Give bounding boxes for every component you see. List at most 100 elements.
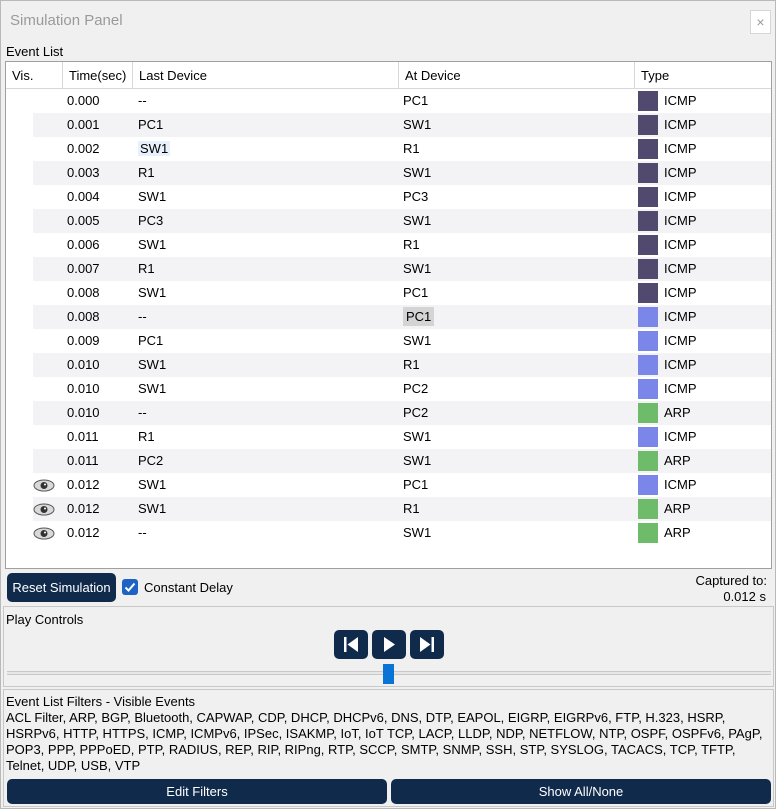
column-header-last-device[interactable]: Last Device xyxy=(133,62,399,89)
table-row[interactable]: 0.003 R1 SW1 ICMP xyxy=(6,161,771,185)
play-button[interactable] xyxy=(372,630,406,659)
at-device-cell: SW1 xyxy=(403,525,432,540)
at-device-cell: PC2 xyxy=(403,381,429,396)
type-cell: ICMP xyxy=(664,165,697,180)
title-bar: Simulation Panel × xyxy=(1,1,775,39)
type-color-swatch[interactable] xyxy=(638,331,658,351)
playback-slider-thumb[interactable] xyxy=(383,664,394,684)
visible-events-list: ACL Filter, ARP, BGP, Bluetooth, CAPWAP,… xyxy=(6,710,763,773)
close-icon: × xyxy=(756,14,765,30)
at-device-cell: R1 xyxy=(403,357,420,372)
table-row[interactable]: 0.010 -- PC2 ARP xyxy=(6,401,771,425)
play-controls-label: Play Controls xyxy=(6,612,84,627)
time-cell: 0.007 xyxy=(67,261,100,276)
table-row[interactable]: 0.012 -- SW1 ARP xyxy=(6,521,771,545)
table-row[interactable]: 0.006 SW1 R1 ICMP xyxy=(6,233,771,257)
table-row[interactable]: 0.011 R1 SW1 ICMP xyxy=(6,425,771,449)
time-cell: 0.012 xyxy=(67,525,100,540)
table-row[interactable]: 0.002 SW1 R1 ICMP xyxy=(6,137,771,161)
time-cell: 0.009 xyxy=(67,333,100,348)
type-color-swatch[interactable] xyxy=(638,379,658,399)
time-cell: 0.003 xyxy=(67,165,100,180)
last-device-cell: -- xyxy=(138,405,147,420)
type-color-swatch[interactable] xyxy=(638,451,658,471)
table-row[interactable]: 0.010 SW1 R1 ICMP xyxy=(6,353,771,377)
type-cell: ICMP xyxy=(664,141,697,156)
type-color-swatch[interactable] xyxy=(638,91,658,111)
time-cell: 0.012 xyxy=(67,477,100,492)
at-device-cell: PC2 xyxy=(403,405,429,420)
table-row[interactable]: 0.012 SW1 R1 ARP xyxy=(6,497,771,521)
at-device-cell: SW1 xyxy=(403,261,432,276)
table-row[interactable]: 0.010 SW1 PC2 ICMP xyxy=(6,377,771,401)
column-header-type[interactable]: Type xyxy=(635,62,771,89)
time-cell: 0.010 xyxy=(67,381,100,396)
table-row[interactable]: 0.004 SW1 PC3 ICMP xyxy=(6,185,771,209)
back-button[interactable] xyxy=(334,630,368,659)
last-device-cell: SW1 xyxy=(138,189,167,204)
column-header-vis[interactable]: Vis. xyxy=(6,62,63,89)
last-device-cell: PC1 xyxy=(138,333,164,348)
table-row[interactable]: 0.008 -- PC1 ICMP xyxy=(6,305,771,329)
eye-icon[interactable] xyxy=(33,503,55,516)
type-color-swatch[interactable] xyxy=(638,211,658,231)
table-row[interactable]: 0.000 -- PC1 ICMP xyxy=(6,89,771,113)
time-cell: 0.011 xyxy=(67,429,99,444)
last-device-cell: SW1 xyxy=(138,285,167,300)
type-cell: ICMP xyxy=(664,213,697,228)
type-color-swatch[interactable] xyxy=(638,475,658,495)
eye-icon[interactable] xyxy=(33,479,55,492)
table-row[interactable]: 0.012 SW1 PC1 ICMP xyxy=(6,473,771,497)
type-color-swatch[interactable] xyxy=(638,235,658,255)
type-color-swatch[interactable] xyxy=(638,355,658,375)
reset-simulation-button[interactable]: Reset Simulation xyxy=(7,573,116,602)
table-row[interactable]: 0.005 PC3 SW1 ICMP xyxy=(6,209,771,233)
skip-back-icon xyxy=(344,637,358,652)
simulation-panel-window: Simulation Panel × Event List Vis. Time(… xyxy=(0,0,776,809)
type-color-swatch[interactable] xyxy=(638,523,658,543)
at-device-cell: SW1 xyxy=(403,429,432,444)
table-row[interactable]: 0.011 PC2 SW1 ARP xyxy=(6,449,771,473)
type-color-swatch[interactable] xyxy=(638,307,658,327)
type-color-swatch[interactable] xyxy=(638,163,658,183)
last-device-cell: -- xyxy=(138,525,147,540)
at-device-cell: SW1 xyxy=(403,117,432,132)
at-device-cell: PC3 xyxy=(403,189,429,204)
type-cell: ICMP xyxy=(664,381,697,396)
type-color-swatch[interactable] xyxy=(638,403,658,423)
last-device-cell-highlight: SW1 xyxy=(138,141,171,156)
at-device-cell: SW1 xyxy=(403,165,432,180)
type-color-swatch[interactable] xyxy=(638,115,658,135)
type-cell: ICMP xyxy=(664,429,697,444)
forward-button[interactable] xyxy=(410,630,444,659)
type-color-swatch[interactable] xyxy=(638,427,658,447)
type-color-swatch[interactable] xyxy=(638,139,658,159)
type-color-swatch[interactable] xyxy=(638,259,658,279)
edit-filters-button[interactable]: Edit Filters xyxy=(7,779,387,804)
type-cell: ICMP xyxy=(664,333,697,348)
close-button[interactable]: × xyxy=(750,10,771,34)
show-all-none-button[interactable]: Show All/None xyxy=(391,779,771,804)
column-header-time[interactable]: Time(sec) xyxy=(63,62,133,89)
type-color-swatch[interactable] xyxy=(638,187,658,207)
event-list-table: Vis. Time(sec) Last Device At Device Typ… xyxy=(5,61,772,569)
event-list-label: Event List xyxy=(6,44,64,59)
constant-delay-checkbox[interactable] xyxy=(122,579,138,595)
table-row[interactable]: 0.009 PC1 SW1 ICMP xyxy=(6,329,771,353)
type-cell: ARP xyxy=(664,453,691,468)
table-row[interactable]: 0.001 PC1 SW1 ICMP xyxy=(6,113,771,137)
column-header-at-device[interactable]: At Device xyxy=(399,62,635,89)
type-cell: ARP xyxy=(664,525,691,540)
last-device-cell: SW1 xyxy=(138,381,167,396)
captured-to-value: 0.012 s xyxy=(723,589,766,604)
at-device-cell-highlight: PC1 xyxy=(403,307,435,326)
type-cell: ICMP xyxy=(664,261,697,276)
table-row[interactable]: 0.008 SW1 PC1 ICMP xyxy=(6,281,771,305)
time-cell: 0.004 xyxy=(67,189,100,204)
last-device-cell: R1 xyxy=(138,261,155,276)
table-row[interactable]: 0.007 R1 SW1 ICMP xyxy=(6,257,771,281)
eye-icon[interactable] xyxy=(33,527,55,540)
last-device-cell: PC2 xyxy=(138,453,164,468)
type-color-swatch[interactable] xyxy=(638,499,658,519)
type-color-swatch[interactable] xyxy=(638,283,658,303)
